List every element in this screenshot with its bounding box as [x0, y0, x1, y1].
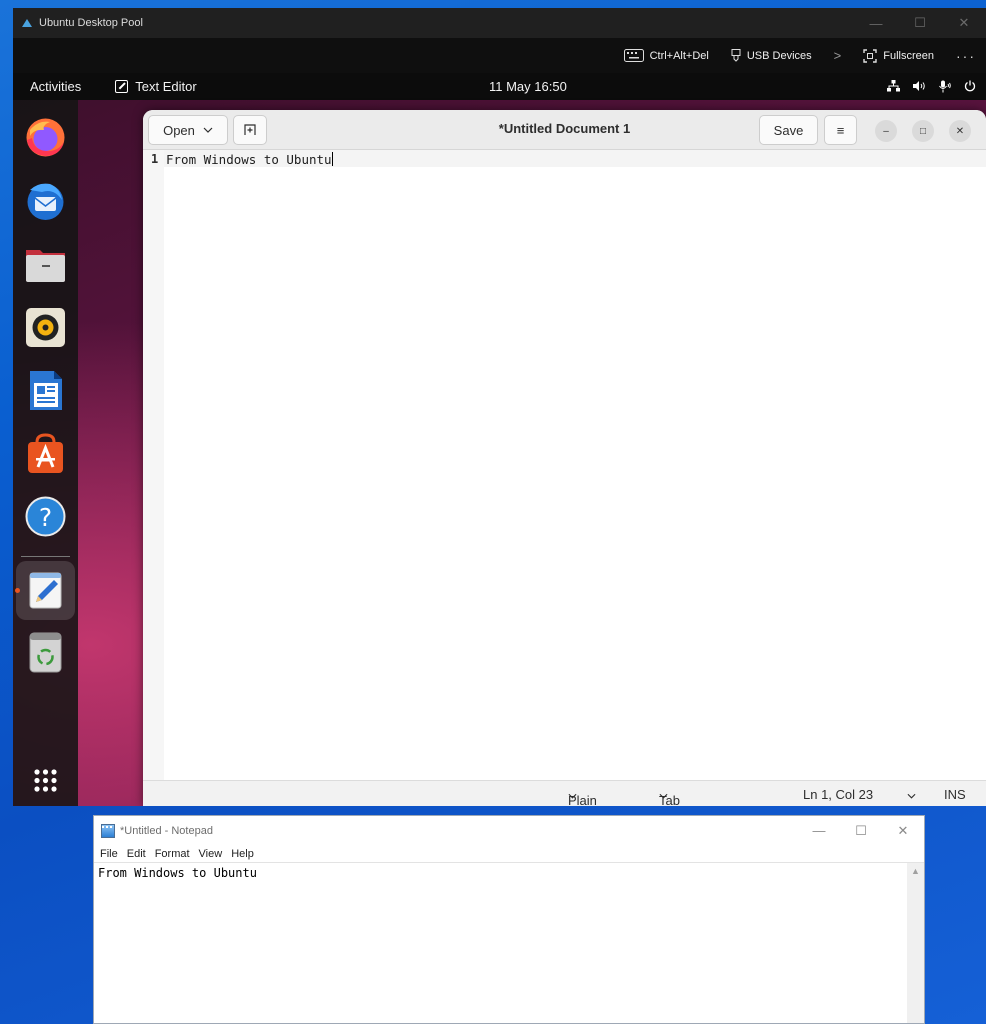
menu-file[interactable]: File — [100, 848, 118, 860]
vm-viewer-window: Ubuntu Desktop Pool — ☐ ✕ Ctrl+Alt+Del U… — [13, 8, 986, 806]
menu-help[interactable]: Help — [231, 848, 254, 860]
main-menu-button[interactable]: ≡ — [824, 115, 857, 145]
document-content: From Windows to Ubuntu — [166, 152, 332, 167]
fullscreen-icon — [863, 48, 877, 63]
text-editor-icon[interactable] — [24, 569, 67, 612]
ubuntu-desktop: Activities Text Editor 11 May 16:50 ? Op… — [13, 73, 986, 806]
trash-icon[interactable] — [24, 631, 67, 674]
cloud-desktop-icon — [22, 19, 32, 27]
minimize-icon: – — [883, 125, 889, 137]
menu-format[interactable]: Format — [155, 848, 190, 860]
notepad-title: *Untitled - Notepad — [120, 825, 213, 837]
clock[interactable]: 11 May 16:50 — [489, 79, 567, 94]
line-number-gutter — [143, 150, 164, 780]
notepad-scrollbar[interactable]: ▲ — [907, 862, 924, 1023]
gnome-topbar: Activities Text Editor 11 May 16:50 — [13, 73, 986, 100]
document-text[interactable]: From Windows to Ubuntu — [166, 152, 333, 167]
document-title: *Untitled Document 1 — [498, 121, 631, 136]
vm-minimize-button[interactable]: — — [854, 8, 898, 38]
vm-close-button[interactable]: ✕ — [942, 8, 986, 38]
status-bar: Plain Text Tab Width: 8 Ln 1, Col 23 INS — [143, 780, 986, 806]
close-icon: ✕ — [955, 125, 965, 137]
network-icon — [887, 80, 900, 92]
keyboard-icon — [623, 49, 644, 62]
notepad-menubar: File Edit Format View Help — [94, 846, 924, 862]
show-apps-icon[interactable] — [24, 759, 67, 802]
dock-separator — [21, 556, 70, 557]
cursor-position[interactable]: Ln 1, Col 23 — [803, 787, 873, 802]
usb-devices-label: USB Devices — [746, 49, 812, 62]
text-editor-headerbar: Open *Untitled Document 1 Save ≡ – □ ✕ — [143, 110, 986, 150]
vm-toolbar: Ctrl+Alt+Del USB Devices > Fullscreen ··… — [13, 38, 986, 73]
vm-window-title: Ubuntu Desktop Pool — [39, 17, 143, 29]
app-menu-button[interactable]: Text Editor — [115, 79, 197, 94]
notepad-titlebar: *Untitled - Notepad — ☐ ✕ — [94, 816, 924, 846]
chevron-down-icon — [203, 127, 213, 133]
notepad-minimize-button[interactable]: — — [798, 823, 840, 839]
vm-maximize-button[interactable]: ☐ — [898, 8, 942, 38]
notepad-close-button[interactable]: ✕ — [882, 823, 924, 839]
hamburger-menu-icon: ≡ — [836, 122, 845, 138]
app-menu-label: Text Editor — [135, 79, 197, 94]
text-editor-window: Open *Untitled Document 1 Save ≡ – □ ✕ 1… — [143, 110, 986, 806]
tab-width-selector[interactable]: Tab Width: 8 — [659, 787, 680, 806]
fullscreen-label: Fullscreen — [883, 49, 934, 62]
language-selector[interactable]: Plain Text — [568, 787, 597, 806]
volume-icon — [913, 81, 925, 91]
chevron-down-icon — [907, 793, 916, 799]
ubuntu-dock: ? — [13, 100, 78, 806]
power-icon — [964, 80, 976, 92]
ctrl-alt-del-button[interactable]: Ctrl+Alt+Del — [623, 49, 709, 62]
menu-edit[interactable]: Edit — [127, 848, 146, 860]
more-options-icon[interactable]: ··· — [956, 48, 976, 64]
close-button[interactable]: ✕ — [949, 120, 971, 142]
new-tab-button[interactable] — [233, 115, 267, 145]
microphone-icon — [939, 80, 951, 93]
usb-devices-button[interactable]: USB Devices — [731, 49, 812, 62]
save-button[interactable]: Save — [759, 115, 818, 145]
save-label: Save — [773, 122, 804, 138]
system-menu[interactable] — [887, 80, 976, 93]
rhythmbox-icon[interactable] — [24, 306, 67, 349]
language-label: Plain Text — [568, 793, 597, 806]
app-center-icon[interactable] — [24, 432, 67, 475]
notepad-window: *Untitled - Notepad — ☐ ✕ File Edit Form… — [93, 815, 925, 1024]
notepad-text-area[interactable]: From Windows to Ubuntu — [94, 862, 907, 1023]
minimize-button[interactable]: – — [875, 120, 897, 142]
new-tab-icon — [244, 124, 256, 135]
thunderbird-icon[interactable] — [24, 180, 67, 223]
running-indicator — [15, 588, 20, 593]
activities-button[interactable]: Activities — [30, 79, 81, 94]
notepad-icon — [101, 824, 115, 838]
insert-mode[interactable]: INS — [944, 787, 966, 802]
menu-view[interactable]: View — [199, 848, 223, 860]
text-view[interactable]: 1 From Windows to Ubuntu — [143, 150, 986, 780]
firefox-icon[interactable] — [24, 116, 67, 159]
line-number: 1 — [151, 152, 159, 166]
files-icon[interactable] — [24, 243, 67, 286]
text-editor-app-icon — [115, 80, 129, 93]
position-menu-button[interactable] — [907, 787, 916, 802]
maximize-icon: □ — [919, 125, 927, 137]
open-label: Open — [163, 122, 195, 138]
chevron-right-icon[interactable]: > — [834, 48, 842, 63]
notepad-content: From Windows to Ubuntu — [98, 866, 257, 880]
libreoffice-writer-icon[interactable] — [24, 369, 67, 412]
svg-text:?: ? — [39, 503, 52, 532]
notepad-maximize-button[interactable]: ☐ — [840, 823, 882, 839]
maximize-button[interactable]: □ — [912, 120, 934, 142]
text-cursor — [331, 152, 333, 166]
ctrl-alt-del-label: Ctrl+Alt+Del — [649, 49, 709, 62]
open-button[interactable]: Open — [148, 115, 228, 145]
scroll-up-icon[interactable]: ▲ — [907, 866, 924, 876]
fullscreen-button[interactable]: Fullscreen — [863, 48, 934, 63]
help-icon[interactable]: ? — [24, 495, 67, 538]
vm-titlebar: Ubuntu Desktop Pool — ☐ ✕ — [13, 8, 986, 38]
usb-icon — [731, 49, 741, 62]
tab-width-label: Tab Width: 8 — [659, 793, 680, 806]
